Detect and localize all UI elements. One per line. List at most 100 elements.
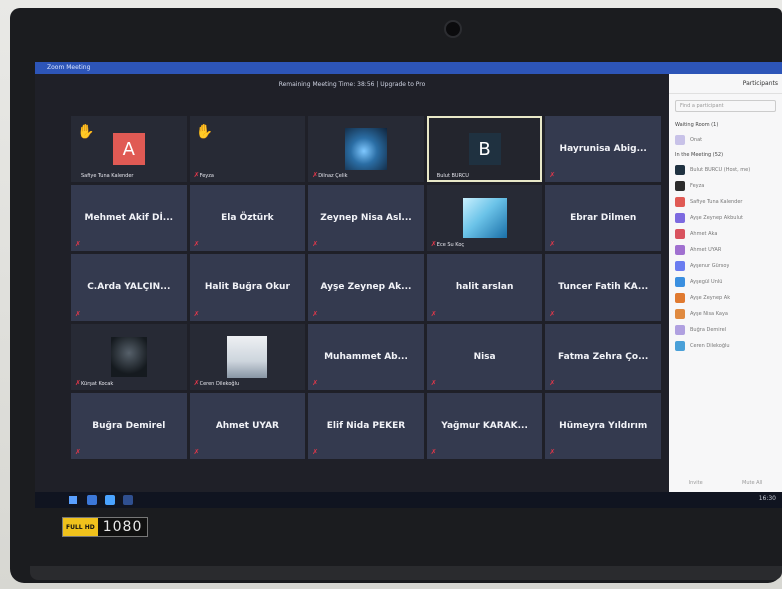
participant-row[interactable]: Ayşe Zeynep Ak <box>669 290 782 306</box>
muted-mic-icon: ✗ <box>549 309 556 318</box>
meeting-time-banner[interactable]: Remaining Meeting Time: 38:56 | Upgrade … <box>35 81 669 88</box>
waiting-participant[interactable]: Onat <box>669 132 782 148</box>
video-tile[interactable]: Muhammet Ab... ✗ <box>308 323 424 390</box>
window-titlebar: Zoom Meeting <box>35 62 782 74</box>
video-tile[interactable]: Fatma Zehra Ço... ✗ <box>545 323 661 390</box>
invite-button[interactable]: Invite <box>689 480 703 486</box>
video-tile[interactable]: B Bulut BURCU <box>426 116 543 183</box>
participants-panel: Participants Find a participant Waiting … <box>669 74 782 492</box>
video-tile[interactable]: Elif Nida PEKER ✗ <box>308 392 424 459</box>
participant-row-name: Safiye Tuna Kalender <box>690 199 743 205</box>
video-tile[interactable]: Ahmet UYAR ✗ <box>189 392 306 459</box>
video-tile[interactable]: Yağmur KARAK... ✗ <box>426 392 543 459</box>
video-tile[interactable]: Ayşe Zeynep Ak... ✗ <box>308 254 424 321</box>
video-tile[interactable]: Hümeyra Yıldırım ✗ <box>545 392 661 459</box>
mute-all-button[interactable]: Mute All <box>742 480 762 486</box>
video-tile[interactable]: ✗ Ceren Dilekoğlu <box>189 323 306 390</box>
participant-row-name: Ayşe Zeynep Akbulut <box>690 215 743 221</box>
raised-hand-icon: ✋ <box>195 124 214 140</box>
participant-row[interactable]: Ceren Dilekoğlu <box>669 338 782 354</box>
video-grid: ✋ A Safiye Tuna Kalender ✋ ✗ Feyza ✗ Dilnaz Çel… <box>71 116 661 459</box>
muted-mic-icon: ✗ <box>430 240 437 249</box>
avatar <box>675 341 685 351</box>
participant-name: Fatma Zehra Ço... <box>558 351 649 362</box>
video-tile[interactable]: Mehmet Akif Dİ... ✗ <box>71 185 187 252</box>
video-tile[interactable]: Ela Öztürk ✗ <box>189 185 306 252</box>
participant-row[interactable]: Bulut BURCU (Host, me) <box>669 162 782 178</box>
video-tile[interactable]: halit arslan ✗ <box>426 254 543 321</box>
muted-mic-icon: ✗ <box>312 240 319 249</box>
participant-row[interactable]: Ayşegül Ünlü <box>669 274 782 290</box>
participant-row-name: Ayşe Nisa Kaya <box>690 311 728 317</box>
participant-row[interactable]: Ahmet UYAR <box>669 242 782 258</box>
laptop-bottom-edge <box>30 566 782 580</box>
taskview-icon[interactable] <box>123 495 133 505</box>
avatar <box>675 213 685 223</box>
video-tile[interactable]: Nisa ✗ <box>426 323 543 390</box>
muted-mic-icon: ✗ <box>549 240 556 249</box>
video-tile[interactable]: Ebrar Dilmen ✗ <box>545 185 661 252</box>
participant-row-name: Ahmet Aka <box>690 231 718 237</box>
avatar <box>675 261 685 271</box>
waiting-room-header[interactable]: Waiting Room (1) <box>669 118 782 132</box>
muted-mic-icon: ✗ <box>193 171 200 180</box>
windows-start-icon[interactable] <box>69 496 77 504</box>
video-tile[interactable]: Tuncer Fatih KA... ✗ <box>545 254 661 321</box>
in-meeting-header[interactable]: In the Meeting (52) <box>669 148 782 162</box>
muted-mic-icon: ✗ <box>193 240 200 249</box>
video-tile[interactable]: C.Arda YALÇIN... ✗ <box>71 254 187 321</box>
video-thumbnail <box>110 336 147 377</box>
video-tile[interactable]: Hayrunisa Abig... ✗ <box>545 116 661 183</box>
participant-row[interactable]: Safiye Tuna Kalender <box>669 194 782 210</box>
participant-row[interactable]: Ahmet Aka <box>669 226 782 242</box>
avatar <box>675 229 685 239</box>
muted-mic-icon: ✗ <box>75 447 81 456</box>
participant-row[interactable]: Ayşe Zeynep Akbulut <box>669 210 782 226</box>
video-tile[interactable]: Zeynep Nisa Asl... ✗ <box>308 185 424 252</box>
participant-search-input[interactable]: Find a participant <box>675 100 776 112</box>
participant-name: Nisa <box>473 351 496 362</box>
video-thumbnail <box>344 128 387 171</box>
video-tile[interactable]: ✋ ✗ Feyza <box>189 116 306 183</box>
participant-row[interactable]: Ayşe Nisa Kaya <box>669 306 782 322</box>
tile-caption: Kürşat Kocak <box>81 380 114 387</box>
avatar: A <box>112 133 145 166</box>
participant-row[interactable]: Feyza <box>669 178 782 194</box>
video-tile[interactable]: ✗ Ece Su Koç <box>426 185 543 252</box>
participant-row-name: Ahmet UYAR <box>690 247 722 253</box>
search-icon[interactable] <box>87 495 97 505</box>
participant-row-name: Feyza <box>690 183 705 189</box>
participant-row[interactable]: Ayşenur Gürsoy <box>669 258 782 274</box>
avatar <box>675 325 685 335</box>
tile-caption: Feyza <box>199 173 214 180</box>
participant-list: Bulut BURCU (Host, me) Feyza Safiye Tuna K… <box>669 162 782 354</box>
muted-mic-icon: ✗ <box>430 447 437 456</box>
muted-mic-icon: ✗ <box>312 309 319 318</box>
avatar <box>675 245 685 255</box>
muted-mic-icon: ✗ <box>193 378 200 387</box>
participant-row-name: Bulut BURCU (Host, me) <box>690 167 751 173</box>
video-tile[interactable]: Halit Buğra Okur ✗ <box>189 254 306 321</box>
avatar <box>675 165 685 175</box>
window-title: Zoom Meeting <box>47 64 91 71</box>
video-tile[interactable]: Buğra Demirel ✗ <box>71 392 187 459</box>
participants-title: Participants <box>669 74 782 94</box>
participant-row-name: Ayşegül Ünlü <box>690 279 723 285</box>
muted-mic-icon: ✗ <box>312 447 319 456</box>
webcam <box>444 20 462 38</box>
video-tile[interactable]: ✗ Dilnaz Çelik <box>308 116 424 183</box>
muted-mic-icon: ✗ <box>193 447 200 456</box>
zoom-app-icon[interactable] <box>105 495 115 505</box>
tile-caption: Dilnaz Çelik <box>318 173 348 180</box>
participant-name: Tuncer Fatih KA... <box>558 282 649 293</box>
full-hd-sticker: FULL HD 1080 <box>62 517 149 537</box>
avatar: B <box>468 133 501 166</box>
muted-mic-icon: ✗ <box>75 240 81 249</box>
video-tile[interactable]: ✗ Kürşat Kocak <box>71 323 187 390</box>
muted-mic-icon: ✗ <box>312 378 319 387</box>
participant-row[interactable]: Buğra Demirel <box>669 322 782 338</box>
avatar <box>675 277 685 287</box>
muted-mic-icon: ✗ <box>75 309 81 318</box>
participant-name: Ebrar Dilmen <box>570 213 637 224</box>
video-tile[interactable]: ✋ A Safiye Tuna Kalender <box>71 116 187 183</box>
